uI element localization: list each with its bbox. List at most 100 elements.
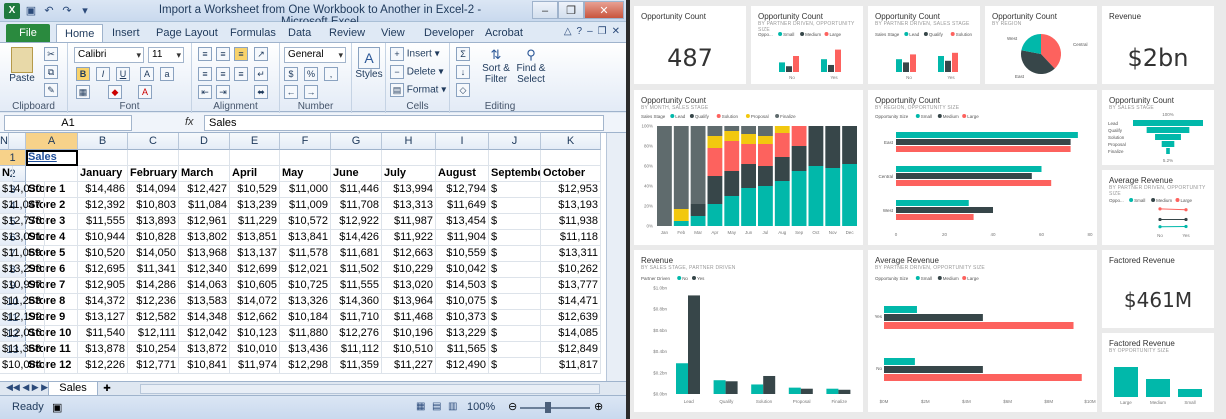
month-header[interactable]: April [230,166,280,182]
find-select-button[interactable]: ⚲ Find & Select [514,47,548,85]
table-cell[interactable]: $ [489,358,541,374]
table-cell[interactable]: $11,904 [436,230,489,246]
table-cell[interactable]: $14,286 [128,278,179,294]
align-bottom-icon[interactable]: ≡ [234,47,248,61]
column-header[interactable]: H [382,133,436,150]
help-icon[interactable]: ? [577,26,583,37]
close-button[interactable]: ✕ [584,1,624,19]
merge-center-icon[interactable]: ⬌ [254,85,268,99]
tile-revenue[interactable]: Revenue $2bn [1102,6,1214,84]
table-cell[interactable]: $11,710 [331,310,382,326]
name-box[interactable]: A1 [4,115,132,131]
table-cell[interactable]: $11,817 [541,358,601,374]
month-header[interactable]: February [128,166,179,182]
decrease-indent-icon[interactable]: ⇤ [198,85,212,99]
format-cells-button[interactable]: ▤ Format ▾ [390,83,446,97]
column-header[interactable]: E [230,133,280,150]
number-format-select[interactable]: General [284,47,346,63]
font-color-icon[interactable]: A [138,85,152,99]
zoom-out-icon[interactable]: ⊖ [508,400,517,413]
table-cell[interactable]: $11,540 [78,326,128,342]
font-name-select[interactable]: Calibri [74,47,144,63]
cell[interactable] [331,150,382,166]
formula-input[interactable]: Sales [204,115,604,131]
table-cell[interactable]: $14,030 [0,182,45,198]
cell-a1[interactable]: Sales [26,150,78,166]
table-cell[interactable]: $11,368 [0,342,44,358]
table-cell[interactable]: $ [489,262,541,278]
table-cell[interactable]: $12,771 [128,358,179,374]
table-cell[interactable]: $13,583 [179,294,230,310]
table-cell[interactable]: $14,072 [230,294,280,310]
clear-icon[interactable]: ◇ [456,83,470,97]
table-cell[interactable]: $10,828 [128,230,179,246]
table-cell[interactable]: $10,529 [230,182,280,198]
spreadsheet-grid[interactable]: A B C D E F G H I J K N 1 2 3 4 5 6 7 8 9 10 11 12 13 Sales Januar… [0,133,606,381]
tab-page-layout[interactable]: Page Layout [148,24,226,42]
column-header[interactable]: N [0,133,9,150]
table-cell[interactable]: $11,341 [128,262,179,278]
cell[interactable] [179,150,230,166]
zoom-in-icon[interactable]: ⊕ [594,400,603,413]
table-cell[interactable]: $11,084 [179,198,230,214]
cell[interactable] [489,150,541,166]
table-cell[interactable]: $12,021 [280,262,331,278]
table-cell[interactable]: $10,010 [230,342,280,358]
cell[interactable] [280,150,331,166]
table-cell[interactable]: $13,872 [179,342,230,358]
table-cell[interactable]: $10,605 [230,278,280,294]
table-cell[interactable]: $10,559 [436,246,489,262]
tab-review[interactable]: Review [321,24,373,42]
customize-qat-icon[interactable]: ▾ [78,4,92,18]
comma-icon[interactable]: , [324,67,338,81]
table-cell[interactable]: $11,468 [382,310,436,326]
table-cell[interactable]: $ [489,230,541,246]
table-cell[interactable]: $12,778 [0,214,45,230]
sheet-tab-sales[interactable]: Sales [48,382,98,396]
ribbon-collapse-icon[interactable]: △ [564,26,572,37]
table-cell[interactable]: $12,961 [179,214,230,230]
table-cell[interactable]: $10,944 [78,230,128,246]
table-cell[interactable]: $11,708 [331,198,382,214]
table-cell[interactable]: $ [489,246,541,262]
underline-icon[interactable]: U [116,67,130,81]
table-cell[interactable]: $11,229 [230,214,280,230]
table-cell[interactable]: $10,229 [382,262,436,278]
table-cell[interactable]: $10,075 [436,294,489,310]
table-cell[interactable]: $13,293 [0,262,45,278]
table-cell[interactable]: $12,192 [0,310,45,326]
table-cell[interactable]: $10,254 [128,342,179,358]
table-cell[interactable]: $14,471 [541,294,601,310]
table-cell[interactable]: $12,695 [78,262,128,278]
table-cell[interactable]: $11,069 [0,246,44,262]
tab-developer[interactable]: Developer [416,24,482,42]
table-cell[interactable]: $10,184 [280,310,331,326]
insert-cells-button[interactable]: + Insert ▾ [390,47,440,61]
tab-data[interactable]: Data [280,24,319,42]
orientation-icon[interactable]: ↗ [254,47,268,61]
table-cell[interactable]: $14,085 [541,326,601,342]
table-cell[interactable]: $11,987 [382,214,436,230]
table-cell[interactable]: $11,880 [280,326,331,342]
doc-restore-icon[interactable]: ❐ [598,26,607,37]
table-cell[interactable]: $10,725 [280,278,331,294]
month-header[interactable]: August [436,166,489,182]
month-header[interactable]: N [0,166,13,182]
table-cell[interactable]: $11,974 [230,358,280,374]
column-header[interactable]: K [541,133,601,150]
table-cell[interactable]: $11,649 [436,198,489,214]
table-cell[interactable]: $10,196 [382,326,436,342]
zoom-slider-thumb[interactable] [545,402,551,413]
maximize-button[interactable]: ❐ [558,1,584,19]
bold-icon[interactable]: B [76,67,90,81]
table-cell[interactable]: $12,042 [179,326,230,342]
table-cell[interactable]: $13,893 [128,214,179,230]
table-cell[interactable]: $ [489,310,541,326]
table-cell[interactable]: $13,802 [179,230,230,246]
font-shrink-icon[interactable]: a [160,67,174,81]
table-cell[interactable]: $12,582 [128,310,179,326]
align-top-icon[interactable]: ≡ [198,47,212,61]
macro-record-icon[interactable]: ▣ [52,401,62,414]
month-header[interactable]: May [280,166,331,182]
table-cell[interactable]: $13,454 [436,214,489,230]
